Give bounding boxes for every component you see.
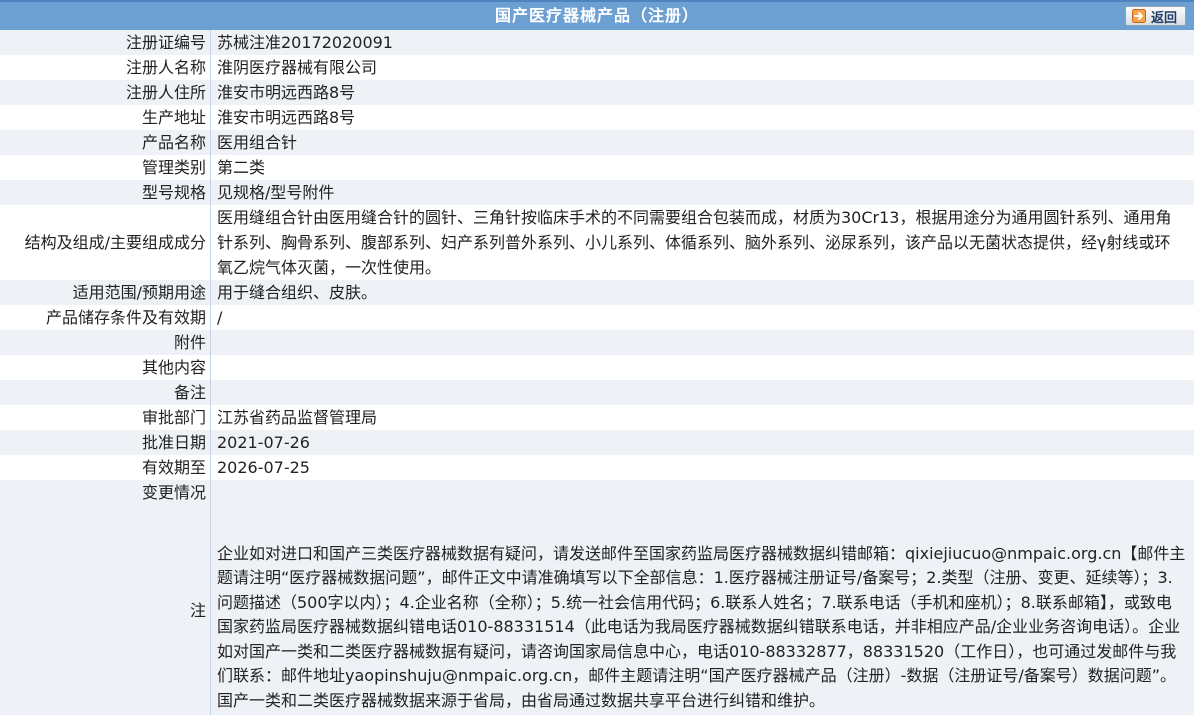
field-label: 有效期至 (0, 455, 211, 480)
field-value: 用于缝合组织、皮肤。 (211, 280, 1194, 305)
note-text: 企业如对进口和国产三类医疗器械数据有疑问，请发送邮件至国家药监局医疗器械数据纠错… (211, 480, 1194, 715)
field-label: 注册人住所 (0, 80, 211, 105)
field-value: 苏械注准20172020091 (211, 30, 1194, 55)
registration-info-table: 注册证编号 苏械注准20172020091 注册人名称 淮阴医疗器械有限公司 注… (0, 30, 1194, 715)
field-value: 2021-07-26 (211, 430, 1194, 455)
arrow-right-icon (1131, 9, 1146, 23)
field-value (211, 380, 1194, 405)
field-label: 附件 (0, 330, 211, 355)
field-value: 淮阴医疗器械有限公司 (211, 55, 1194, 80)
field-value: 淮安市明远西路8号 (211, 80, 1194, 105)
field-label: 注册人名称 (0, 55, 211, 80)
field-label: 其他内容 (0, 355, 211, 380)
field-label: 型号规格 (0, 180, 211, 205)
row-approval-date: 批准日期 2021-07-26 (0, 430, 1194, 455)
field-label: 结构及组成/主要组成成分 (0, 205, 211, 280)
row-storage-validity: 产品储存条件及有效期 / (0, 305, 1194, 330)
page-header: 国产医疗器械产品（注册） 返回 (0, 0, 1194, 30)
field-label: 批准日期 (0, 430, 211, 455)
back-button-label: 返回 (1150, 10, 1177, 26)
field-label: 注册证编号 (0, 30, 211, 55)
field-label: 管理类别 (0, 155, 211, 180)
change-note-labels: 变更情况 注 (0, 480, 211, 715)
field-label: 审批部门 (0, 405, 211, 430)
field-label: 生产地址 (0, 105, 211, 130)
row-intended-use: 适用范围/预期用途 用于缝合组织、皮肤。 (0, 280, 1194, 305)
row-registration-number: 注册证编号 苏械注准20172020091 (0, 30, 1194, 55)
note-label: 注 (189, 601, 206, 620)
field-value: 2026-07-25 (211, 455, 1194, 480)
field-label: 适用范围/预期用途 (0, 280, 211, 305)
field-value: 淮安市明远西路8号 (211, 105, 1194, 130)
field-label: 产品名称 (0, 130, 211, 155)
row-registrant-name: 注册人名称 淮阴医疗器械有限公司 (0, 55, 1194, 80)
row-remarks: 备注 (0, 380, 1194, 405)
row-structure-composition: 结构及组成/主要组成成分 医用缝组合针由医用缝合针的圆针、三角针按临床手术的不同… (0, 205, 1194, 280)
row-model-spec: 型号规格 见规格/型号附件 (0, 180, 1194, 205)
page-title: 国产医疗器械产品（注册） (494, 6, 699, 25)
row-other-content: 其他内容 (0, 355, 1194, 380)
field-label: 备注 (0, 380, 211, 405)
row-production-address: 生产地址 淮安市明远西路8号 (0, 105, 1194, 130)
field-value: 江苏省药品监督管理局 (211, 405, 1194, 430)
row-management-category: 管理类别 第二类 (0, 155, 1194, 180)
field-value: 医用缝组合针由医用缝合针的圆针、三角针按临床手术的不同需要组合包装而成，材质为3… (211, 205, 1194, 280)
field-label: 产品储存条件及有效期 (0, 305, 211, 330)
field-value: 第二类 (211, 155, 1194, 180)
row-attachment: 附件 (0, 330, 1194, 355)
field-value (211, 330, 1194, 355)
row-change-and-note: 变更情况 注 企业如对进口和国产三类医疗器械数据有疑问，请发送邮件至国家药监局医… (0, 480, 1194, 715)
row-product-name: 产品名称 医用组合针 (0, 130, 1194, 155)
field-value: / (211, 305, 1194, 330)
row-approval-department: 审批部门 江苏省药品监督管理局 (0, 405, 1194, 430)
field-value: 见规格/型号附件 (211, 180, 1194, 205)
field-value (211, 355, 1194, 380)
back-button[interactable]: 返回 (1124, 6, 1186, 26)
change-label: 变更情况 (141, 483, 206, 502)
field-value: 医用组合针 (211, 130, 1194, 155)
row-registrant-address: 注册人住所 淮安市明远西路8号 (0, 80, 1194, 105)
row-valid-until: 有效期至 2026-07-25 (0, 455, 1194, 480)
